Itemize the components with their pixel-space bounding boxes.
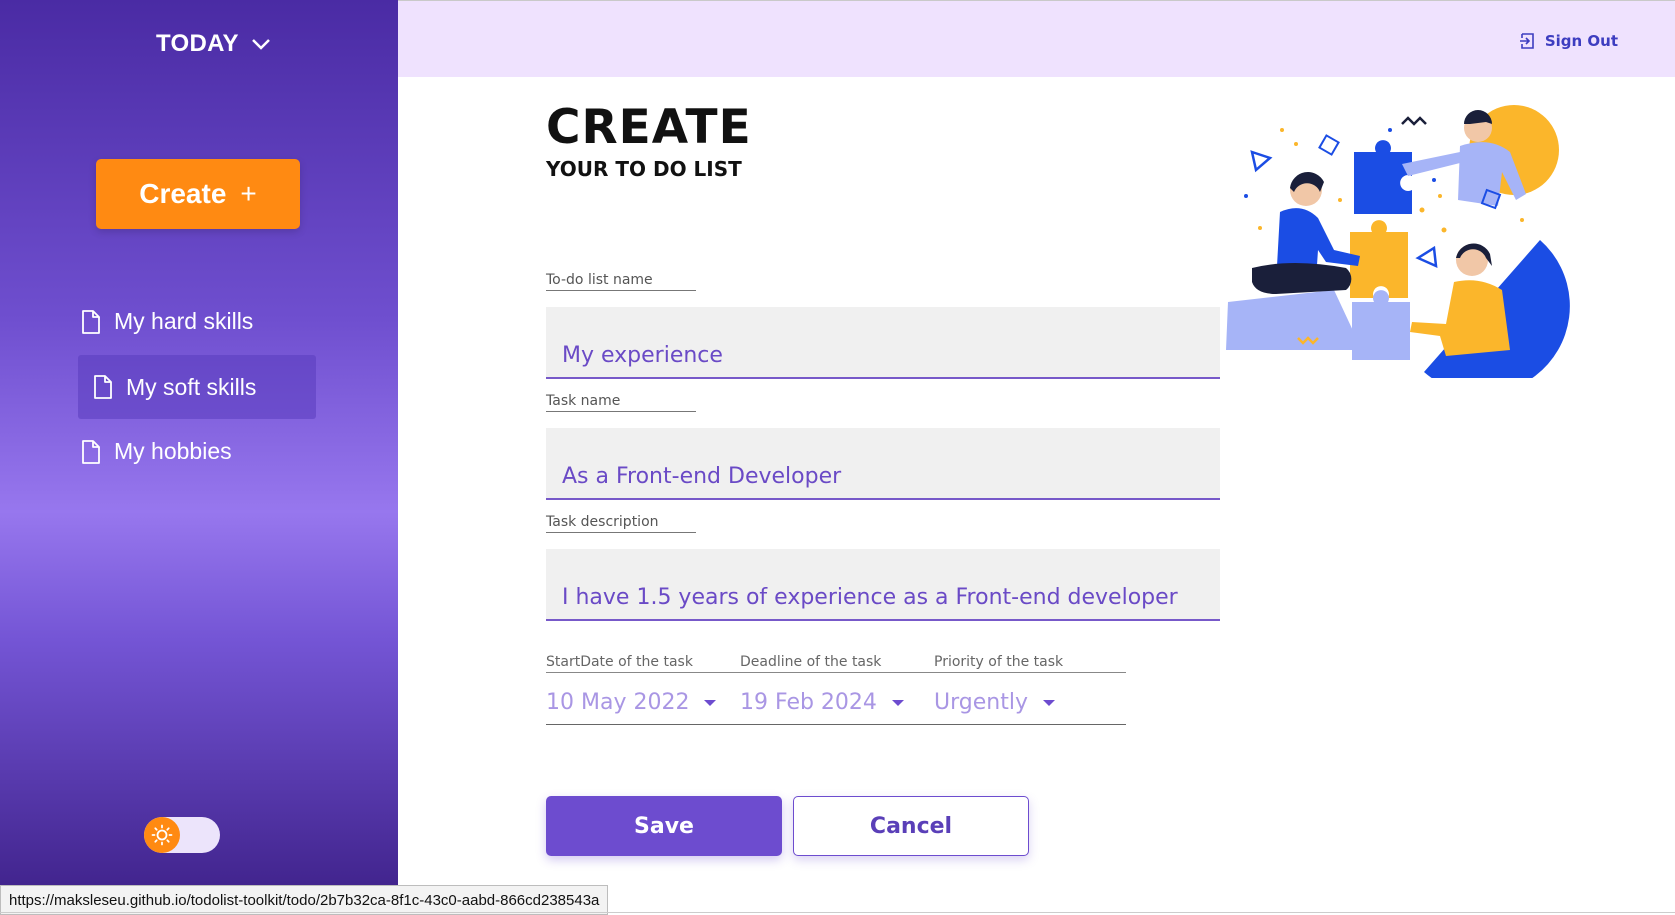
task-description-label: Task description: [546, 514, 696, 533]
priority-label: Priority of the task: [934, 654, 1064, 670]
selects-divider: [546, 724, 1126, 725]
document-icon: [82, 309, 100, 334]
sidebar: TODAY Create + My hard skills My soft sk…: [0, 0, 398, 914]
sidebar-item-label: My hobbies: [114, 438, 232, 464]
document-icon: [82, 439, 100, 464]
top-bar: Sign Out: [398, 0, 1675, 77]
list-name-label: To-do list name: [546, 272, 696, 291]
sign-out-icon: [1519, 33, 1534, 49]
chevron-down-icon: [251, 39, 270, 50]
start-date-label: StartDate of the task: [546, 654, 693, 670]
sidebar-item-soft-skills[interactable]: My soft skills: [78, 355, 316, 419]
priority-value: Urgently: [934, 690, 1028, 715]
create-label: Create: [139, 178, 227, 209]
start-date-select[interactable]: 10 May 2022: [546, 690, 717, 715]
sign-out-button[interactable]: Sign Out: [1519, 32, 1618, 50]
caret-down-icon: [1042, 699, 1055, 706]
today-label: TODAY: [156, 30, 239, 57]
today-dropdown[interactable]: TODAY: [156, 30, 273, 58]
start-date-value: 10 May 2022: [546, 690, 690, 715]
puzzle-team-illustration: [1226, 105, 1570, 378]
create-button[interactable]: Create +: [96, 159, 300, 229]
document-icon: [94, 375, 112, 399]
sidebar-item-label: My soft skills: [126, 373, 257, 400]
cancel-button[interactable]: Cancel: [793, 796, 1029, 856]
deadline-value: 19 Feb 2024: [740, 690, 877, 715]
task-name-input[interactable]: [546, 428, 1220, 500]
deadline-label: Deadline of the task: [740, 654, 882, 670]
priority-select[interactable]: Urgently: [934, 690, 1056, 715]
caret-down-icon: [704, 699, 717, 706]
deadline-select[interactable]: 19 Feb 2024: [740, 690, 905, 715]
task-description-input[interactable]: [546, 549, 1220, 621]
caret-down-icon: [891, 699, 904, 706]
plus-icon: +: [240, 178, 257, 209]
task-name-label: Task name: [546, 393, 696, 412]
status-bar-url: https://maksleseu.github.io/todolist-too…: [0, 885, 609, 915]
bottom-rule: [0, 912, 1675, 913]
page-subtitle: YOUR TO DO LIST: [546, 157, 742, 181]
sidebar-item-hobbies[interactable]: My hobbies: [80, 438, 232, 465]
page-title: CREATE: [546, 100, 752, 155]
save-button[interactable]: Save: [546, 796, 782, 856]
sign-out-label: Sign Out: [1544, 32, 1618, 50]
sidebar-item-label: My hard skills: [114, 308, 254, 334]
sidebar-item-hard-skills[interactable]: My hard skills: [80, 308, 253, 335]
labels-divider: [546, 672, 1126, 673]
theme-toggle[interactable]: [144, 817, 220, 853]
sun-icon: [144, 817, 180, 853]
list-name-input[interactable]: [546, 307, 1220, 379]
